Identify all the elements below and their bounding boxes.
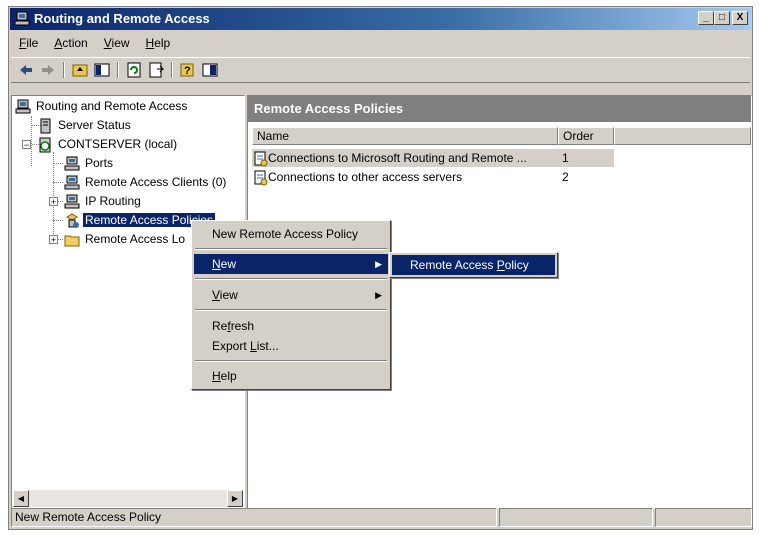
scroll-left-button[interactable]: ◀ <box>13 490 29 507</box>
menu-action[interactable]: Action <box>46 33 95 53</box>
up-one-level-icon[interactable] <box>71 61 89 79</box>
policy-icon <box>254 151 268 167</box>
ip-routing-expand-toggle[interactable]: + <box>49 197 58 207</box>
submenu-remote-access-policy[interactable]: Remote Access Policy <box>392 255 555 275</box>
show-hide-tree-icon[interactable] <box>93 61 111 79</box>
status-bar: New Remote Access Policy <box>11 508 752 527</box>
help-icon[interactable]: ? <box>179 61 197 79</box>
ctx-new[interactable]: New ▶ <box>194 254 388 274</box>
title-bar[interactable]: Routing and Remote Access _ □ X <box>10 8 751 30</box>
maximize-button[interactable]: □ <box>714 11 730 25</box>
forward-arrow-icon[interactable] <box>39 61 57 79</box>
tree-remote-access-clients[interactable]: Remote Access Clients (0) <box>64 174 228 191</box>
tree-server-status[interactable]: Server Status <box>37 117 133 134</box>
svg-text:?: ? <box>184 65 191 77</box>
policies-icon <box>66 213 79 228</box>
rras-icon <box>15 99 31 114</box>
clients-icon <box>64 175 80 190</box>
menu-file[interactable]: File <box>11 33 46 53</box>
tree-horizontal-scrollbar[interactable]: ◀ ▶ <box>13 490 243 507</box>
menu-bar: File Action View Help <box>11 33 178 53</box>
status-text: New Remote Access Policy <box>11 508 497 527</box>
server-running-icon <box>39 137 51 153</box>
back-arrow-icon[interactable] <box>17 61 35 79</box>
toolbar: ? <box>11 57 750 83</box>
column-header-order[interactable]: Order <box>558 127 614 145</box>
menu-view[interactable]: View <box>96 33 138 53</box>
export-list-icon[interactable] <box>147 61 165 79</box>
window-title: Routing and Remote Access <box>34 11 210 26</box>
folder-icon <box>64 235 80 247</box>
submenu-new: Remote Access Policy <box>389 252 558 278</box>
policy-row[interactable]: Connections to Microsoft Routing and Rem… <box>252 149 614 167</box>
logging-expand-toggle[interactable]: + <box>49 235 58 245</box>
context-menu: New Remote Access Policy New ▶ View ▶ Refr… <box>191 220 391 390</box>
rras-app-icon <box>14 11 30 30</box>
server-status-icon <box>40 118 51 134</box>
ctx-help[interactable]: Help <box>194 366 388 386</box>
minimize-button[interactable]: _ <box>698 11 714 25</box>
tree-root[interactable]: Routing and Remote Access <box>15 98 189 115</box>
tree-remote-access-logging[interactable]: Remote Access Lo <box>64 231 187 248</box>
tree-ip-routing[interactable]: IP Routing <box>64 193 143 210</box>
column-header-empty <box>614 127 751 145</box>
submenu-arrow-icon: ▶ <box>375 290 382 300</box>
ip-routing-icon <box>64 194 80 209</box>
scroll-right-button[interactable]: ▶ <box>227 490 243 507</box>
status-panel-2 <box>499 508 653 527</box>
ctx-export-list[interactable]: Export List... <box>194 336 388 356</box>
menu-help[interactable]: Help <box>138 33 179 53</box>
ctx-view[interactable]: View ▶ <box>194 285 388 305</box>
ctx-new-remote-access-policy[interactable]: New Remote Access Policy <box>194 224 388 244</box>
column-header-name[interactable]: Name <box>252 127 558 145</box>
refresh-icon[interactable] <box>125 61 143 79</box>
tree-ports[interactable]: Ports <box>64 155 115 172</box>
ports-icon <box>64 156 80 171</box>
ctx-refresh[interactable]: Refresh <box>194 316 388 336</box>
policy-icon <box>254 170 268 186</box>
server-collapse-toggle[interactable]: − <box>22 140 31 150</box>
submenu-arrow-icon: ▶ <box>375 259 382 269</box>
show-console-icon[interactable] <box>201 61 219 79</box>
status-panel-3 <box>655 508 752 527</box>
close-button[interactable]: X <box>732 11 748 25</box>
pane-header: Remote Access Policies <box>248 96 751 122</box>
policy-row[interactable]: Connections to other access servers 2 <box>252 168 614 186</box>
tree-server[interactable]: CONTSERVER (local) <box>37 136 179 153</box>
